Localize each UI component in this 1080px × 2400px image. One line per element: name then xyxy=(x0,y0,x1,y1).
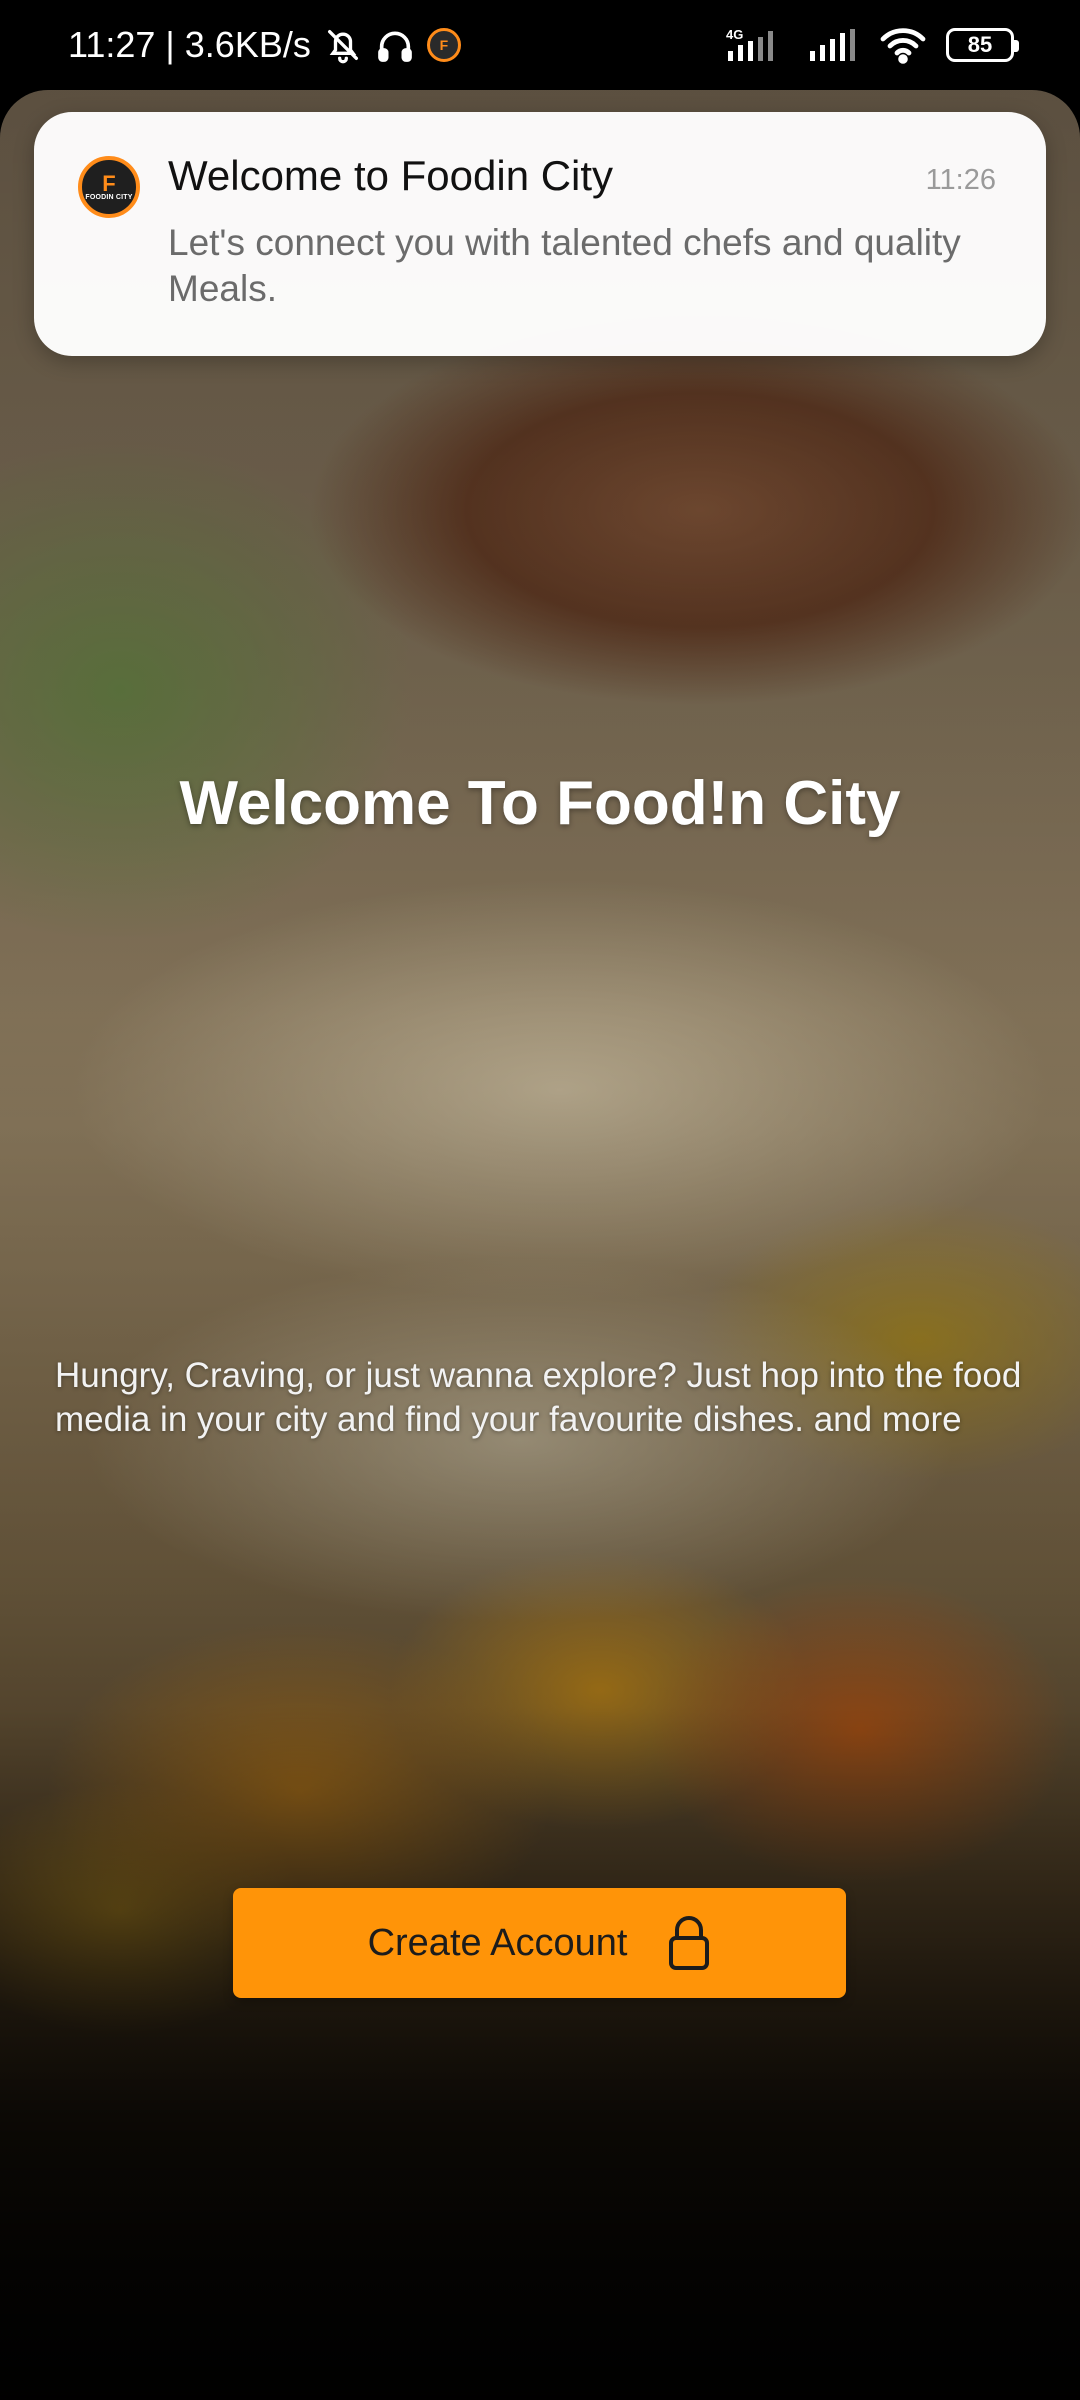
food-background-image xyxy=(0,90,1080,2400)
signal-4g-icon: 4G xyxy=(724,25,790,65)
notification-title: Welcome to Foodin City xyxy=(168,152,614,199)
welcome-description: Hungry, Craving, or just wanna explore? … xyxy=(55,1356,1022,1439)
signal-icon xyxy=(808,25,860,65)
create-account-label: Create Account xyxy=(367,1921,628,1964)
app-logo-letter: F xyxy=(102,170,116,196)
app-logo: F FOODIN CITY xyxy=(78,156,140,218)
notification-body: Let's connect you with talented chefs an… xyxy=(168,222,961,309)
lock-icon xyxy=(667,1914,711,1972)
create-account-button[interactable]: Create Account xyxy=(233,1888,846,1998)
status-time-speed: 11:27 | 3.6KB/s xyxy=(68,24,311,65)
status-bar: 11:27 | 3.6KB/s F 4G 85 xyxy=(0,0,1080,90)
welcome-screen: 11:27 | 3.6KB/s F 4G 85 F FOODIN CITY We… xyxy=(0,0,1080,2400)
wifi-icon xyxy=(878,25,928,65)
headphones-icon xyxy=(375,25,415,65)
svg-text:4G: 4G xyxy=(726,27,743,42)
battery-icon: 85 xyxy=(946,28,1019,62)
notification-card[interactable]: F FOODIN CITY Welcome to Foodin City 11:… xyxy=(34,112,1046,356)
welcome-headline: Welcome To Food!n City xyxy=(179,769,901,838)
app-notification-icon: F xyxy=(426,28,461,62)
app-logo-text: FOODIN CITY xyxy=(85,193,133,201)
mute-icon xyxy=(323,25,363,65)
notification-time: 11:26 xyxy=(925,164,996,196)
